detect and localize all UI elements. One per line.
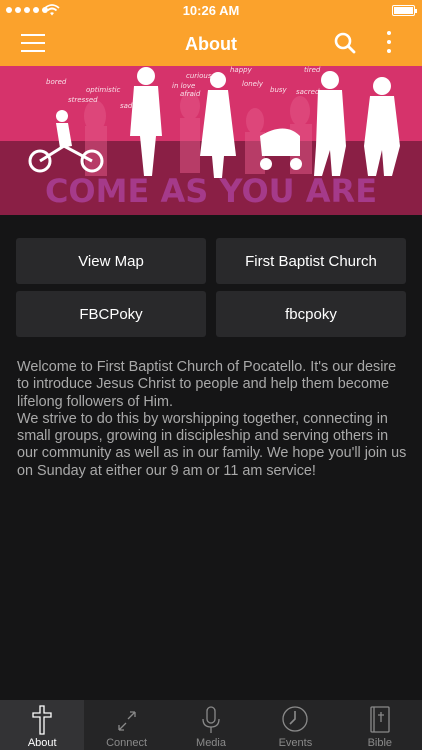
banner-word: afraid <box>180 90 201 98</box>
tab-label: Events <box>278 737 313 749</box>
banner-headline: COME AS YOU ARE <box>45 172 377 210</box>
battery-icon <box>392 5 417 16</box>
facebook-button[interactable]: FBCPoky <box>16 291 206 337</box>
tab-label: Connect <box>106 737 148 749</box>
banner-word: in love <box>172 82 195 90</box>
tab-about[interactable]: About <box>0 700 85 750</box>
tab-bible[interactable]: Bible <box>338 700 422 750</box>
banner-word: happy <box>230 66 253 74</box>
status-time: 10:26 AM <box>182 3 240 18</box>
banner-word: busy <box>270 86 288 94</box>
status-bar: 10:26 AM <box>0 0 422 22</box>
tab-bar: About Connect Media Events Bible <box>0 700 422 750</box>
banner-word: stressed <box>68 96 98 104</box>
connect-icon <box>117 711 136 731</box>
cross-icon <box>32 705 52 735</box>
nav-bar: About <box>0 22 422 66</box>
about-description: Welcome to First Baptist Church of Pocat… <box>17 359 407 479</box>
view-map-button[interactable]: View Map <box>16 238 206 284</box>
bible-icon <box>370 706 390 733</box>
banner-word: optimistic <box>86 86 121 94</box>
tab-media[interactable]: Media <box>169 700 253 750</box>
tab-label: About <box>27 737 57 749</box>
more-options-icon[interactable] <box>383 31 395 57</box>
tab-events[interactable]: Events <box>253 700 337 750</box>
banner-word: tired <box>304 66 321 74</box>
clock-icon <box>282 706 309 732</box>
banner-image: bored optimistic stressed curious in lov… <box>0 66 422 215</box>
banner-word: bored <box>46 78 67 86</box>
banner-word: curious <box>186 72 212 80</box>
tab-label: Bible <box>367 737 393 749</box>
banner-word: sacred <box>296 88 320 96</box>
microphone-icon <box>202 706 220 733</box>
banner-word: lonely <box>242 80 264 88</box>
banner-word: sad <box>120 102 133 110</box>
page-title: About <box>185 34 237 54</box>
church-website-button[interactable]: First Baptist Church <box>216 238 406 284</box>
twitter-button[interactable]: fbcpoky <box>216 291 406 337</box>
search-icon[interactable] <box>334 32 356 54</box>
tab-label: Media <box>196 737 226 749</box>
tab-connect[interactable]: Connect <box>84 700 168 750</box>
